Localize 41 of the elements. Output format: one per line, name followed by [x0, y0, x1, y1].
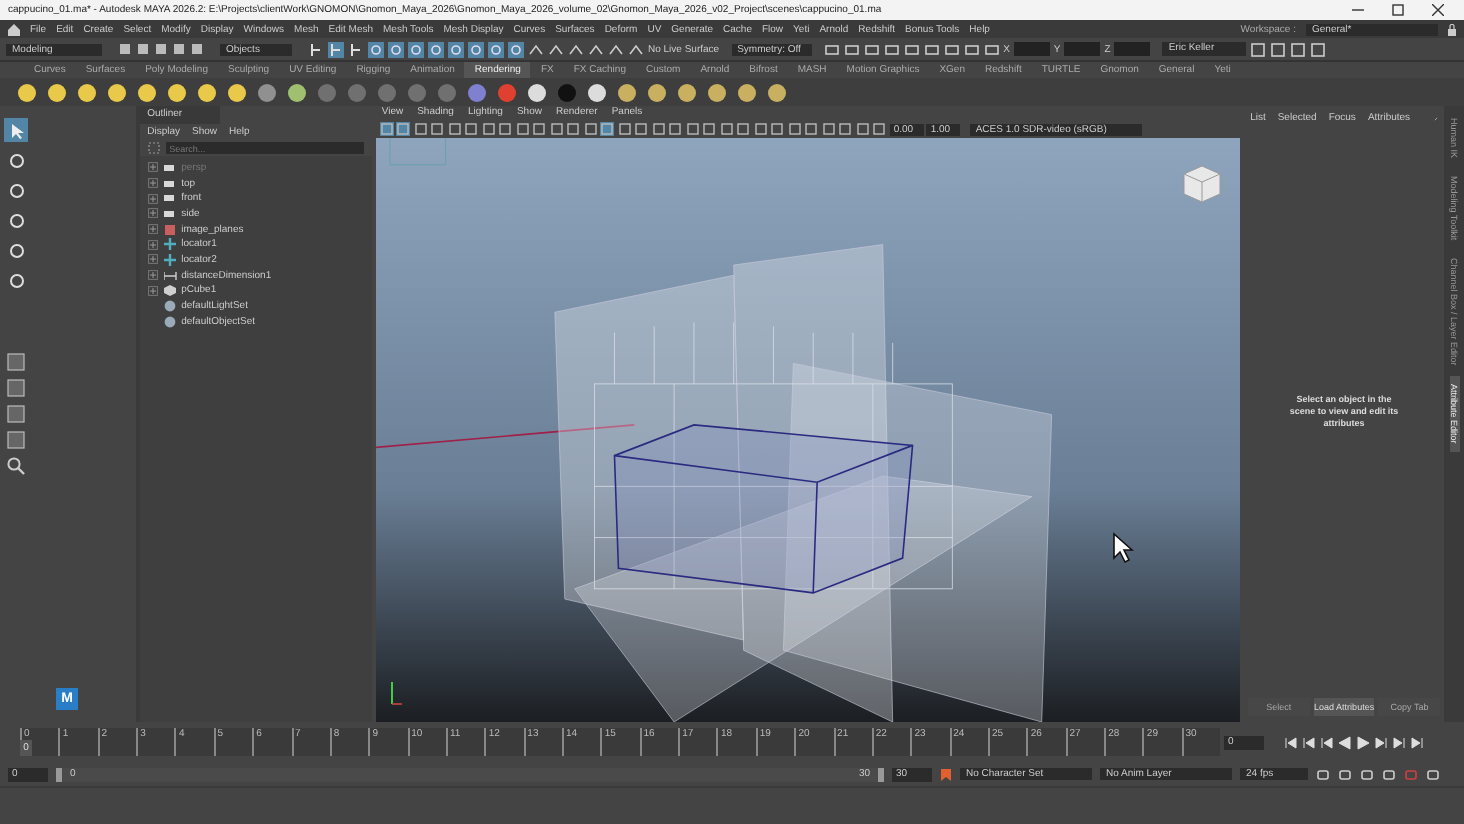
mesh-icon	[163, 284, 178, 297]
distance-icon	[163, 269, 178, 282]
expand-icon[interactable]	[147, 224, 158, 235]
expand-icon[interactable]	[147, 270, 158, 281]
bookmark-icon[interactable]	[940, 767, 952, 781]
coordinate-field[interactable]	[1013, 42, 1050, 56]
selection-mask-icon[interactable]	[468, 41, 484, 57]
selection-mask-icon[interactable]	[408, 41, 424, 57]
expand-icon[interactable]	[147, 162, 158, 173]
image-icon	[163, 223, 178, 236]
expand-icon[interactable]	[147, 178, 158, 189]
hierarchy-icon[interactable]	[308, 41, 324, 57]
select-tool-icon[interactable]	[4, 118, 28, 142]
close-icon[interactable]	[1432, 4, 1444, 16]
selection-mask-icon[interactable]	[388, 41, 404, 57]
playback-button-icon[interactable]	[1284, 735, 1298, 749]
hierarchy-icon[interactable]	[328, 41, 344, 57]
playback-button-icon[interactable]	[1410, 735, 1424, 749]
expand-icon[interactable]	[147, 239, 158, 250]
cursor-icon	[1111, 532, 1134, 564]
expand-icon[interactable]	[147, 285, 158, 296]
minimize-icon[interactable]	[1352, 4, 1364, 16]
coordinate-field[interactable]	[1064, 42, 1101, 56]
playback-button-icon[interactable]	[1320, 735, 1334, 749]
maximize-icon[interactable]	[1392, 4, 1404, 16]
playback-button-icon[interactable]	[1392, 735, 1406, 749]
selection-mask-icon[interactable]	[428, 41, 444, 57]
expand-icon[interactable]	[147, 208, 158, 219]
lock-icon[interactable]	[1448, 23, 1456, 35]
selection-mask-icon[interactable]	[488, 41, 504, 57]
coordinate-field[interactable]	[1114, 42, 1151, 56]
selection-mask-icon[interactable]	[508, 41, 524, 57]
expand-icon[interactable]	[147, 254, 158, 265]
selection-mask-icon[interactable]	[448, 41, 464, 57]
hierarchy-icon[interactable]	[348, 41, 364, 57]
playback-button-icon[interactable]	[1374, 735, 1388, 749]
search-icon[interactable]	[6, 456, 26, 476]
axis-icon	[387, 678, 404, 706]
selection-mask-icon[interactable]	[368, 41, 384, 57]
playback-button-icon[interactable]	[1302, 735, 1316, 749]
expand-icon[interactable]	[147, 193, 158, 204]
